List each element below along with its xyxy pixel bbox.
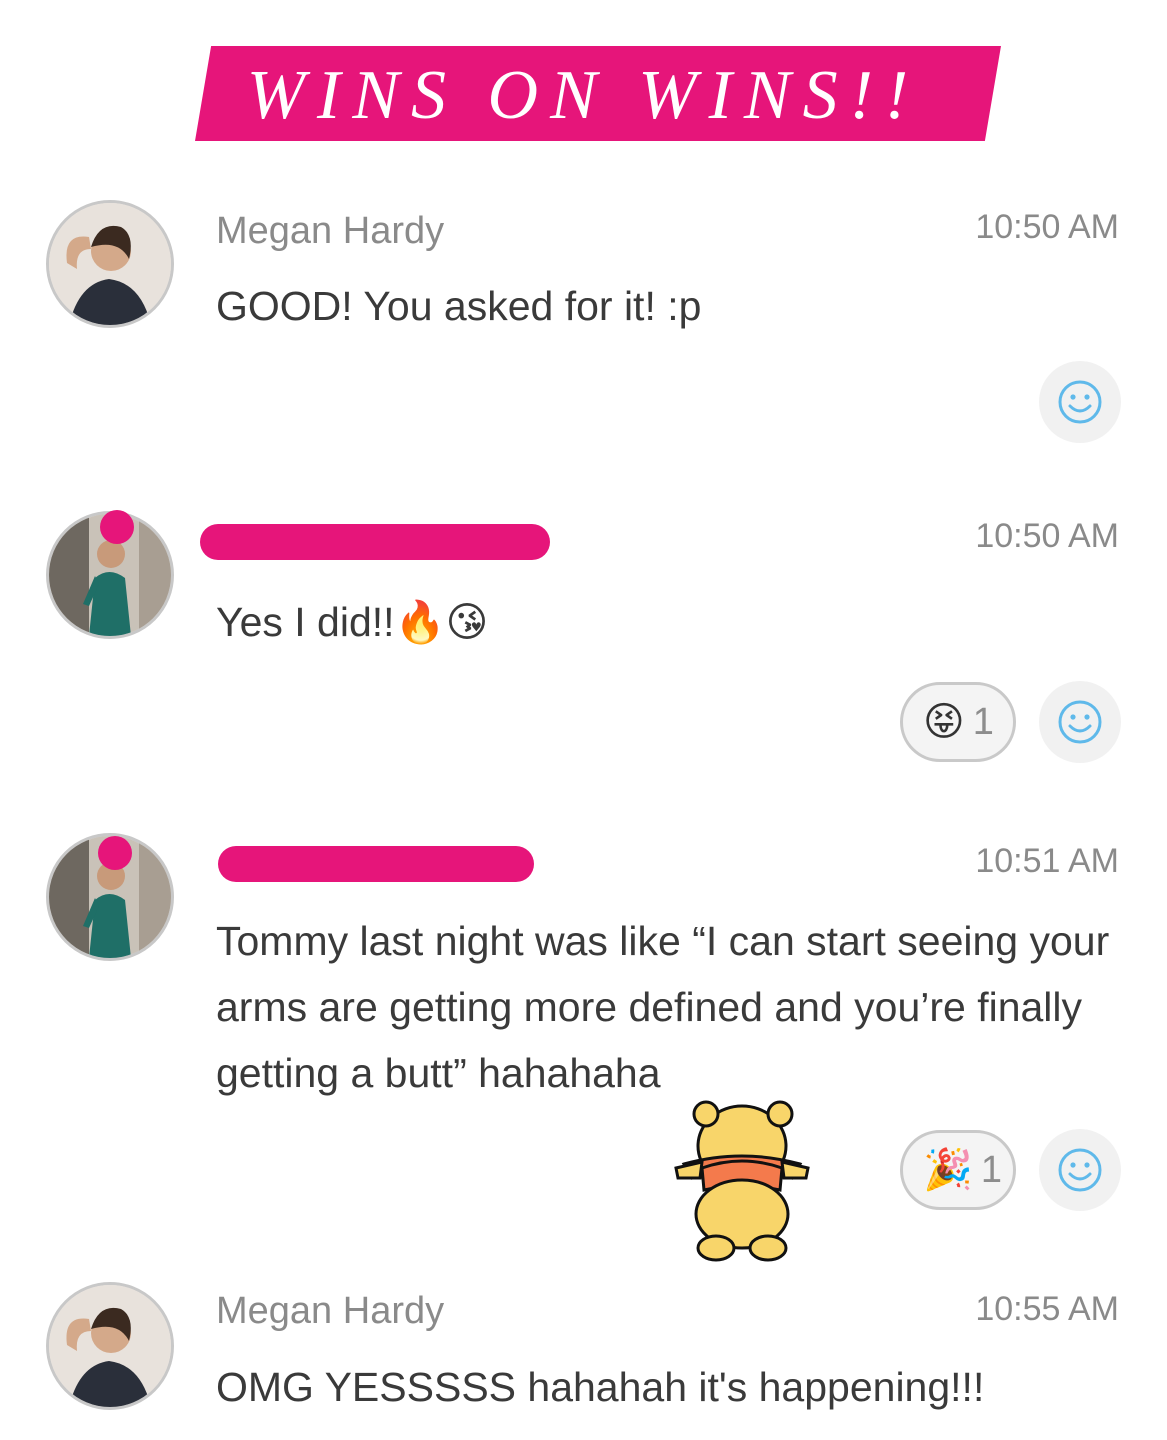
redacted-sender-name [218, 846, 534, 882]
reaction-emoji: 🎉 [923, 1148, 973, 1192]
redaction-mark [98, 836, 132, 870]
reaction-count: 1 [972, 700, 994, 743]
sender-name[interactable]: Megan Hardy [216, 210, 444, 253]
avatar-photo [49, 1285, 171, 1407]
redaction-mark [100, 510, 134, 544]
reaction-count: 1 [980, 1148, 1002, 1191]
add-reaction-button[interactable] [1039, 681, 1121, 763]
smiley-icon [1058, 1148, 1102, 1192]
message-text: Tommy last night was like “I can start s… [216, 918, 1110, 1096]
reaction-pill[interactable]: 🎉 1 [900, 1130, 1016, 1210]
message-time: 10:50 AM [975, 517, 1119, 555]
banner-title: WINS ON WINS!! [246, 57, 921, 134]
message-time: 10:50 AM [975, 208, 1119, 246]
winnie-the-pooh-sticker [672, 1098, 812, 1268]
reaction-emoji: 😝 [923, 700, 965, 744]
sender-name[interactable]: Megan Hardy [216, 1290, 444, 1333]
avatar[interactable] [46, 1282, 174, 1410]
avatar[interactable] [46, 200, 174, 328]
message-text: OMG YESSSSS hahahah it's happening!!! [216, 1364, 985, 1410]
message-time: 10:55 AM [975, 1290, 1119, 1328]
add-reaction-button[interactable] [1039, 361, 1121, 443]
message-text: GOOD! You asked for it! :p [216, 283, 702, 329]
avatar-photo [49, 203, 171, 325]
smiley-icon [1058, 700, 1102, 744]
reaction-pill[interactable]: 😝 1 [900, 682, 1016, 762]
add-reaction-button[interactable] [1039, 1129, 1121, 1211]
message-time: 10:51 AM [975, 842, 1119, 880]
message-text: Yes I did!!🔥😘 [216, 599, 489, 645]
smiley-icon [1058, 380, 1102, 424]
redacted-sender-name [200, 524, 550, 560]
